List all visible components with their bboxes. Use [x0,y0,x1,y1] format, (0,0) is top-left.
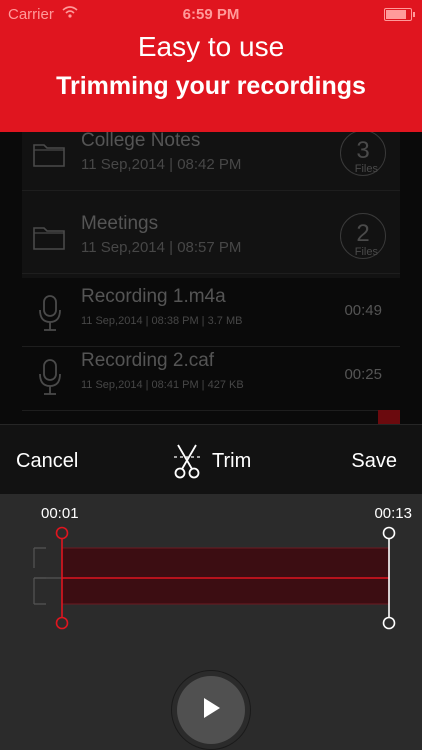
promo-subheadline: Trimming your recordings [56,72,366,100]
recording-row[interactable]: Recording 2.caf 11 Sep,2014 | 08:41 PM |… [22,346,400,411]
promo-headline: Easy to use [137,31,285,62]
trim-toolbar: Cancel Trim Save [0,424,422,495]
recordings-list: College Notes 11 Sep,2014 | 08:42 PM 3 F… [0,132,422,424]
trim-editor: 00:01 00:13 [0,494,422,750]
cancel-button[interactable]: Cancel [16,450,78,473]
play-button[interactable] [177,676,245,744]
folder-icon [32,223,66,256]
play-icon [201,697,221,724]
folder-row[interactable]: Meetings 11 Sep,2014 | 08:57 PM 2 Files [22,209,400,274]
trim-label: Trim [212,450,252,472]
folder-row[interactable]: College Notes 11 Sep,2014 | 08:42 PM 3 F… [22,132,400,191]
status-bar: Carrier 6:59 PM [0,0,422,28]
folder-date: 11 Sep,2014 | 08:42 PM [81,156,242,173]
recording-meta: 11 Sep,2014 | 08:38 PM | 3.7 MB [81,315,243,327]
status-time: 6:59 PM [182,6,240,23]
microphone-icon [38,358,62,403]
folder-date: 11 Sep,2014 | 08:57 PM [81,239,242,256]
selection-region [61,547,390,605]
file-count-label: Files [354,163,378,175]
folder-name: College Notes [81,132,201,151]
start-trim-handle[interactable] [55,526,69,638]
recording-duration: 00:25 [344,366,382,383]
file-count-label: Files [354,246,378,258]
trim-title: Trim [172,443,251,479]
file-count: 2 [356,220,370,247]
folder-name: Meetings [81,213,159,234]
recording-meta: 11 Sep,2014 | 08:41 PM | 427 KB [81,379,244,391]
save-button[interactable]: Save [351,450,397,473]
end-trim-handle[interactable] [382,526,396,638]
scissors-icon [172,444,202,483]
battery-icon [384,8,415,21]
recording-name: Recording 1.m4a [81,286,226,307]
scroll-indicator [378,410,400,424]
recording-row[interactable]: Recording 1.m4a 11 Sep,2014 | 08:38 PM |… [22,282,400,347]
file-count: 3 [356,137,370,164]
folder-icon [32,140,66,173]
microphone-icon [38,294,62,339]
recording-name: Recording 2.caf [81,350,215,371]
play-button-ring [171,670,251,750]
recording-duration: 00:49 [344,302,382,319]
